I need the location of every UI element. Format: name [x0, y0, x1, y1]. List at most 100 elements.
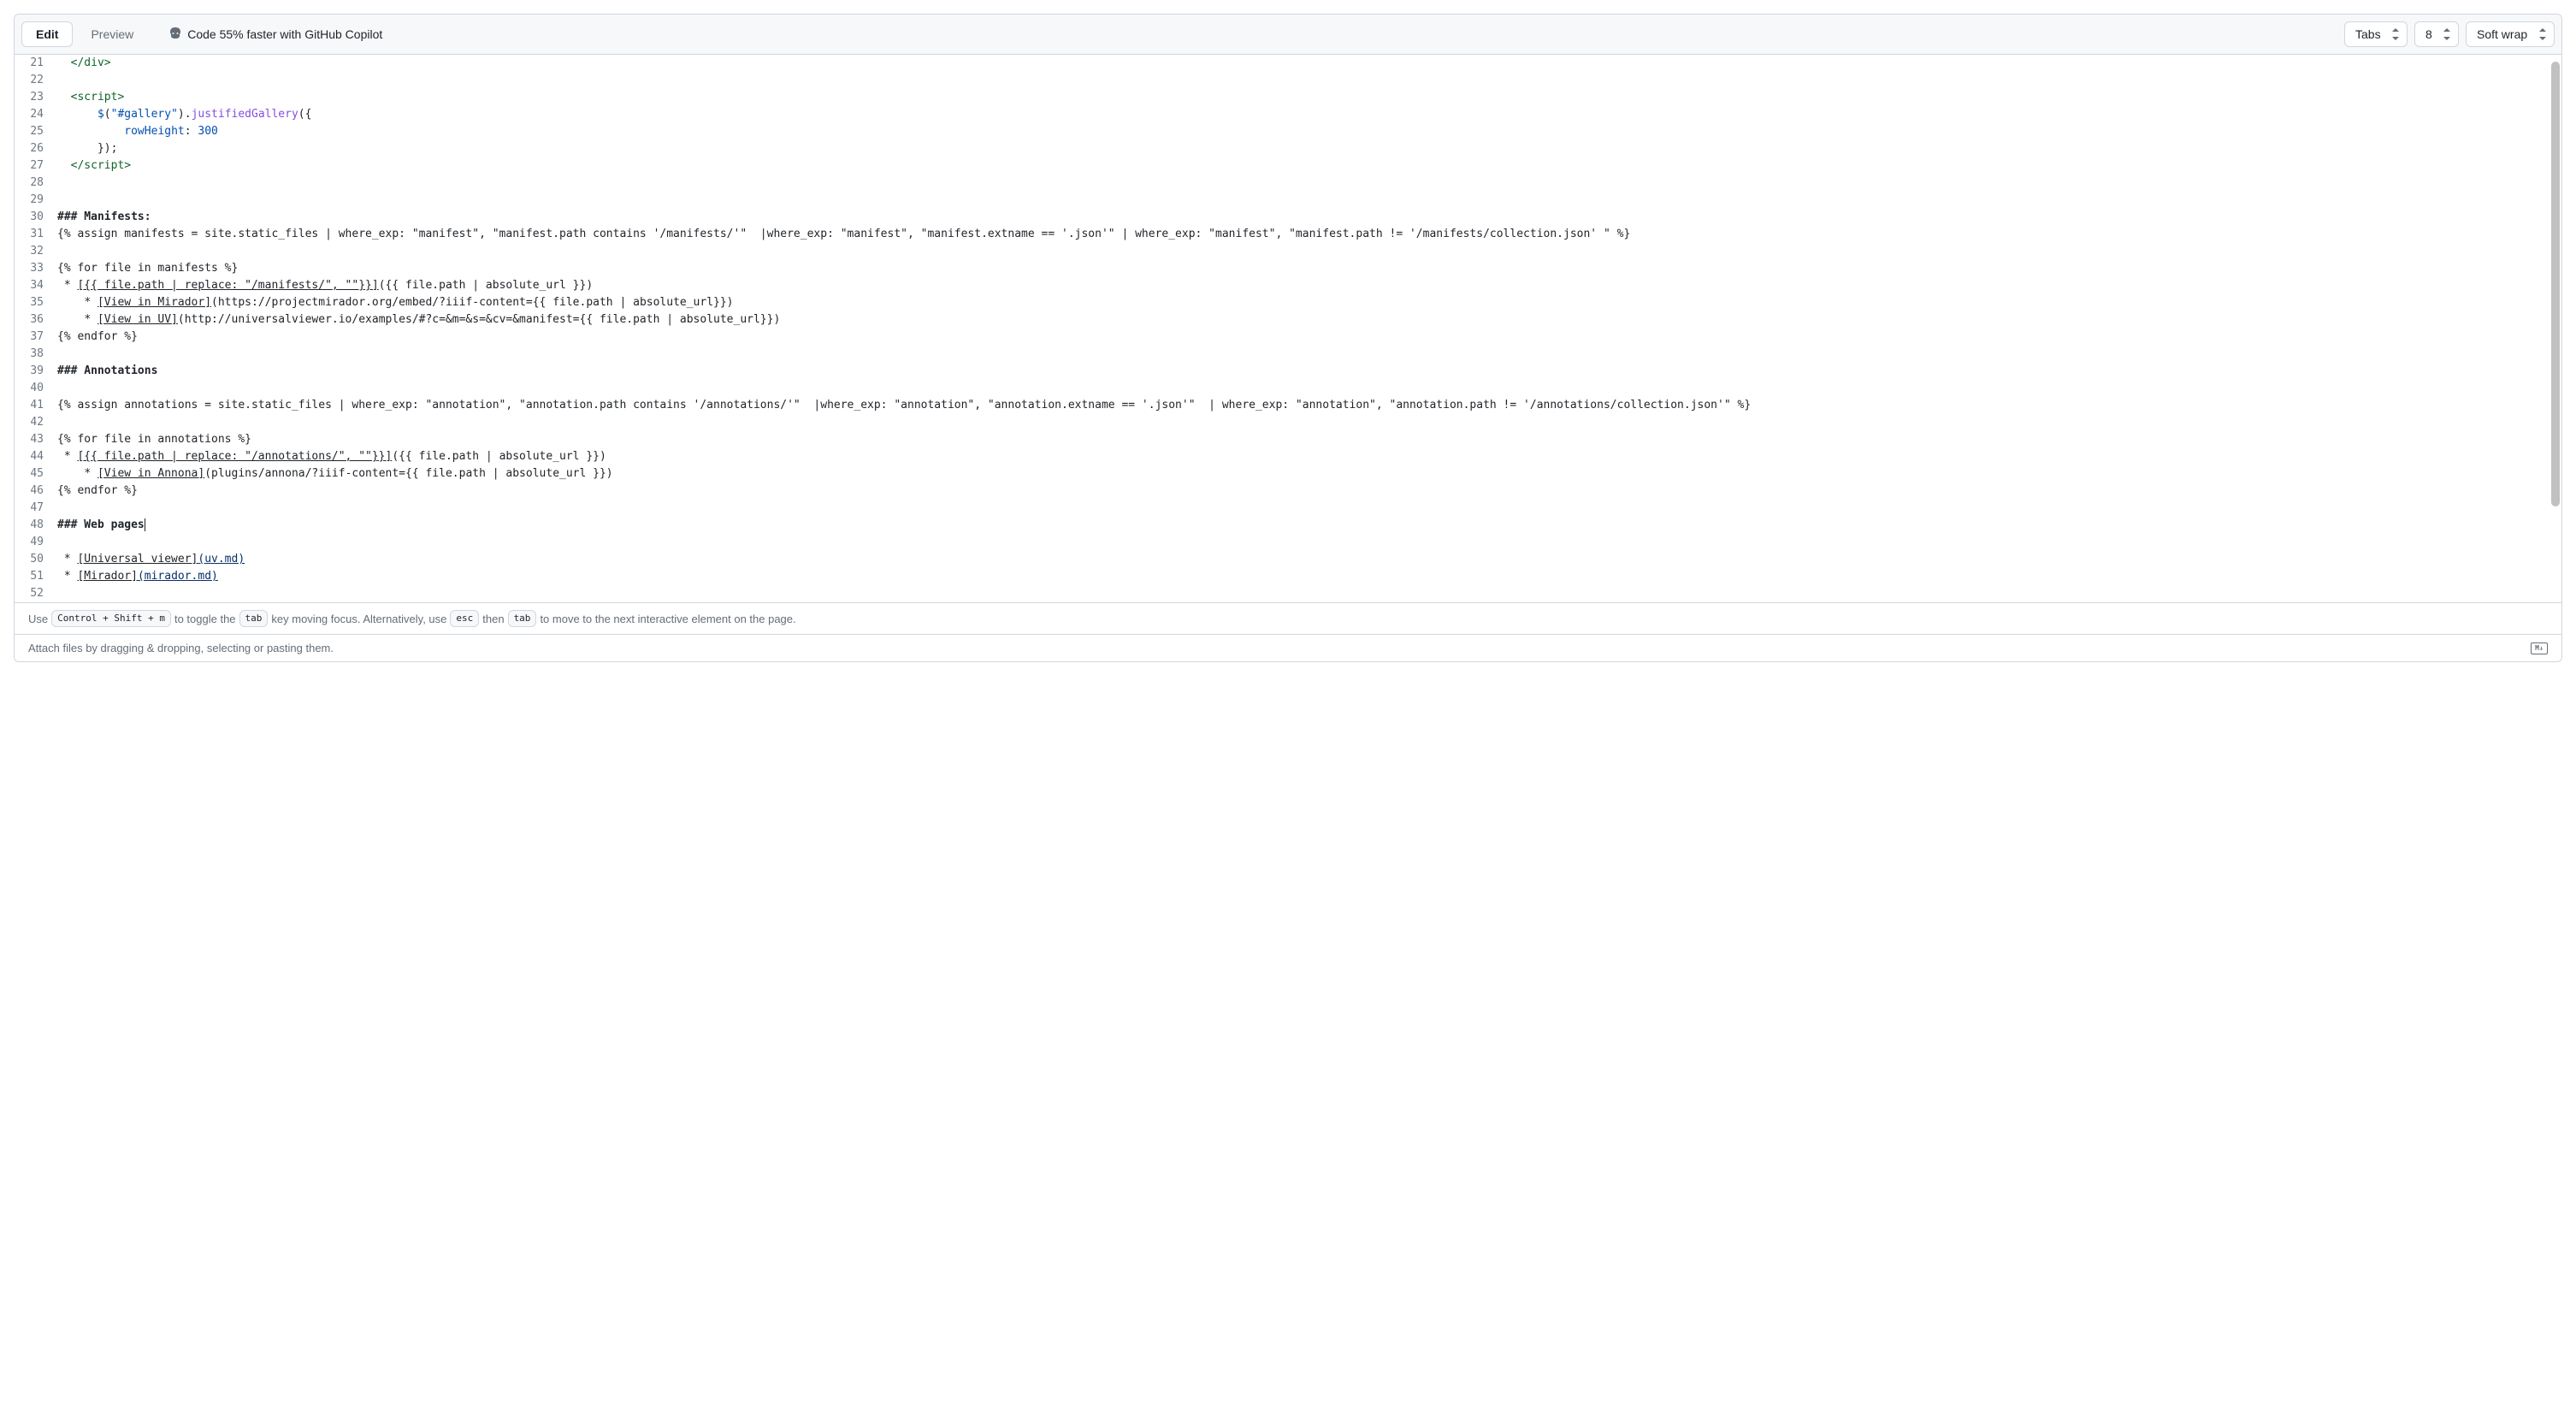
attach-files-row[interactable]: Attach files by dragging & dropping, sel… [15, 634, 2561, 661]
line-number: 50 [15, 551, 57, 568]
code-line[interactable]: 36 * [View in UV](http://universalviewer… [15, 311, 2561, 329]
code-content[interactable]: }); [57, 140, 2561, 157]
code-line[interactable]: 32 [15, 243, 2561, 260]
code-line[interactable]: 37{% endfor %} [15, 329, 2561, 346]
code-line[interactable]: 41{% assign annotations = site.static_fi… [15, 397, 2561, 414]
code-editor[interactable]: 21 </div>2223 <script>24 $("#gallery").j… [15, 55, 2561, 602]
code-line[interactable]: 25 rowHeight: 300 [15, 123, 2561, 140]
line-number: 35 [15, 294, 57, 311]
code-line[interactable]: 21 </div> [15, 55, 2561, 72]
indent-mode-select[interactable]: Tabs [2344, 21, 2408, 47]
code-line[interactable]: 43{% for file in annotations %} [15, 431, 2561, 448]
kbd-tab: tab [508, 610, 537, 627]
code-line[interactable]: 39### Annotations [15, 363, 2561, 380]
copilot-icon [168, 27, 182, 43]
kbd-tab: tab [239, 610, 269, 627]
code-line[interactable]: 28 [15, 175, 2561, 192]
help-text: key moving focus. Alternatively, use [271, 613, 446, 625]
code-content[interactable]: {% endfor %} [57, 483, 2561, 500]
tab-preview[interactable]: Preview [76, 21, 148, 47]
code-content[interactable]: * [{{ file.path | replace: "/annotations… [57, 448, 2561, 465]
editor-help-footer: Use Control + Shift + m to toggle the ta… [15, 602, 2561, 634]
code-content[interactable]: {% for file in annotations %} [57, 431, 2561, 448]
code-content[interactable]: ### Web pages [57, 517, 2561, 534]
code-line[interactable]: 49 [15, 534, 2561, 551]
code-line[interactable]: 38 [15, 346, 2561, 363]
line-number: 49 [15, 534, 57, 551]
line-number: 39 [15, 363, 57, 380]
code-line[interactable]: 45 * [View in Annona](plugins/annona/?ii… [15, 465, 2561, 483]
code-line[interactable]: 42 [15, 414, 2561, 431]
code-content[interactable]: * [{{ file.path | replace: "/manifests/"… [57, 277, 2561, 294]
code-line[interactable]: 46{% endfor %} [15, 483, 2561, 500]
code-content[interactable]: <script> [57, 89, 2561, 106]
code-line[interactable]: 23 <script> [15, 89, 2561, 106]
line-number: 47 [15, 500, 57, 517]
indent-mode-select-wrap: Tabs [2344, 21, 2408, 47]
wrap-mode-select[interactable]: Soft wrap [2466, 21, 2555, 47]
indent-size-select-wrap: 8 [2414, 21, 2459, 47]
line-number: 52 [15, 585, 57, 602]
code-line[interactable]: 40 [15, 380, 2561, 397]
code-content[interactable]: ### Annotations [57, 363, 2561, 380]
line-number: 34 [15, 277, 57, 294]
code-content[interactable]: * [View in Mirador](https://projectmirad… [57, 294, 2561, 311]
code-line[interactable]: 44 * [{{ file.path | replace: "/annotati… [15, 448, 2561, 465]
code-content[interactable]: * [Universal viewer](uv.md) [57, 551, 2561, 568]
kbd-esc: esc [450, 610, 479, 627]
code-line[interactable]: 47 [15, 500, 2561, 517]
tab-edit[interactable]: Edit [21, 21, 73, 47]
line-number: 26 [15, 140, 57, 157]
code-line[interactable]: 29 [15, 192, 2561, 209]
code-content[interactable]: {% endfor %} [57, 329, 2561, 346]
code-content[interactable]: {% for file in manifests %} [57, 260, 2561, 277]
code-line[interactable]: 51 * [Mirador](mirador.md) [15, 568, 2561, 585]
help-text: to toggle the [174, 613, 236, 625]
code-line[interactable]: 22 [15, 72, 2561, 89]
code-line[interactable]: 34 * [{{ file.path | replace: "/manifest… [15, 277, 2561, 294]
line-number: 41 [15, 397, 57, 414]
code-line[interactable]: 52 [15, 585, 2561, 602]
line-number: 21 [15, 55, 57, 72]
copilot-hint[interactable]: Code 55% faster with GitHub Copilot [168, 27, 382, 43]
code-content[interactable]: </script> [57, 157, 2561, 175]
line-number: 40 [15, 380, 57, 397]
markdown-icon[interactable]: M↓ [2531, 642, 2548, 654]
code-content[interactable]: {% assign manifests = site.static_files … [57, 226, 2561, 243]
code-content[interactable]: $("#gallery").justifiedGallery({ [57, 106, 2561, 123]
code-content[interactable]: * [View in UV](http://universalviewer.io… [57, 311, 2561, 329]
code-content[interactable]: {% assign annotations = site.static_file… [57, 397, 2561, 414]
line-number: 33 [15, 260, 57, 277]
code-content[interactable]: * [View in Annona](plugins/annona/?iiif-… [57, 465, 2561, 483]
vertical-scrollbar[interactable] [2549, 55, 2561, 602]
line-number: 24 [15, 106, 57, 123]
code-line[interactable]: 35 * [View in Mirador](https://projectmi… [15, 294, 2561, 311]
attach-hint-text: Attach files by dragging & dropping, sel… [28, 642, 334, 654]
code-line[interactable]: 50 * [Universal viewer](uv.md) [15, 551, 2561, 568]
copilot-hint-text: Code 55% faster with GitHub Copilot [187, 27, 382, 41]
code-line[interactable]: 48### Web pages [15, 517, 2561, 534]
line-number: 22 [15, 72, 57, 89]
code-line[interactable]: 30### Manifests: [15, 209, 2561, 226]
code-line[interactable]: 26 }); [15, 140, 2561, 157]
code-line[interactable]: 33{% for file in manifests %} [15, 260, 2561, 277]
line-number: 44 [15, 448, 57, 465]
line-number: 28 [15, 175, 57, 192]
line-number: 38 [15, 346, 57, 363]
help-text: then [482, 613, 504, 625]
indent-size-select[interactable]: 8 [2414, 21, 2459, 47]
code-line[interactable]: 24 $("#gallery").justifiedGallery({ [15, 106, 2561, 123]
editor-tab-group: Edit Preview [21, 21, 148, 47]
line-number: 30 [15, 209, 57, 226]
line-number: 36 [15, 311, 57, 329]
line-number: 27 [15, 157, 57, 175]
code-line[interactable]: 27 </script> [15, 157, 2561, 175]
code-content[interactable]: ### Manifests: [57, 209, 2561, 226]
line-number: 32 [15, 243, 57, 260]
file-editor-container: Edit Preview Code 55% faster with GitHub… [14, 14, 2562, 662]
code-content[interactable]: * [Mirador](mirador.md) [57, 568, 2561, 585]
help-text: Use [28, 613, 48, 625]
code-line[interactable]: 31{% assign manifests = site.static_file… [15, 226, 2561, 243]
code-content[interactable]: </div> [57, 55, 2561, 72]
code-content[interactable]: rowHeight: 300 [57, 123, 2561, 140]
